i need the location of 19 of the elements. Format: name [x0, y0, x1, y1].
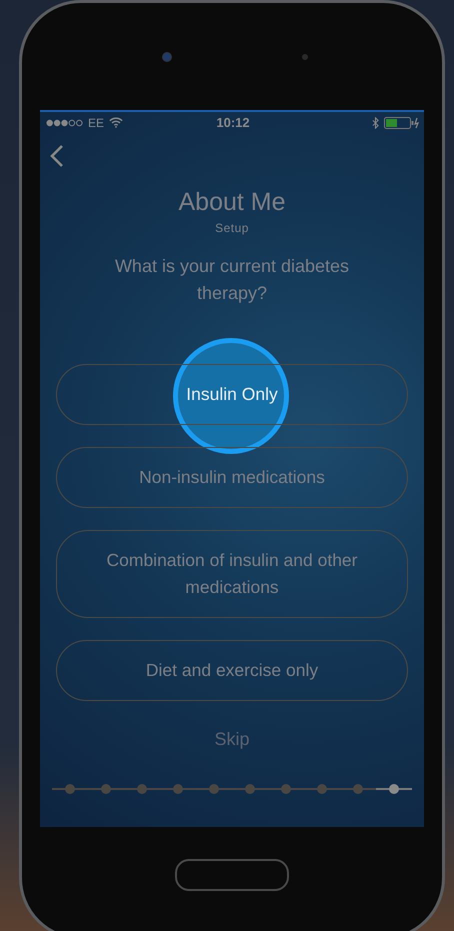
skip-link[interactable]: Skip: [206, 725, 258, 754]
sensor-icon: [302, 54, 308, 60]
home-button[interactable]: [175, 859, 289, 891]
answer-option[interactable]: Insulin Only: [56, 364, 408, 425]
wifi-icon: [109, 117, 124, 128]
carrier-name: EE: [88, 116, 104, 130]
answer-option[interactable]: Combination of insulin and other medications: [56, 530, 408, 618]
signal-icon: [46, 118, 83, 126]
question-text: What is your current diabetes therapy?: [114, 255, 350, 305]
battery-icon: [384, 116, 420, 128]
bluetooth-icon: [372, 116, 379, 128]
back-button[interactable]: [50, 144, 64, 168]
answer-option[interactable]: Diet and exercise only: [56, 640, 408, 701]
screen-subtitle: Setup: [215, 221, 249, 235]
camera-icon: [162, 52, 172, 62]
screen-title: About Me: [178, 188, 286, 217]
answer-option[interactable]: Non-insulin medications: [56, 447, 408, 508]
status-time: 10:12: [216, 115, 250, 130]
chevron-left-icon: [50, 144, 64, 168]
